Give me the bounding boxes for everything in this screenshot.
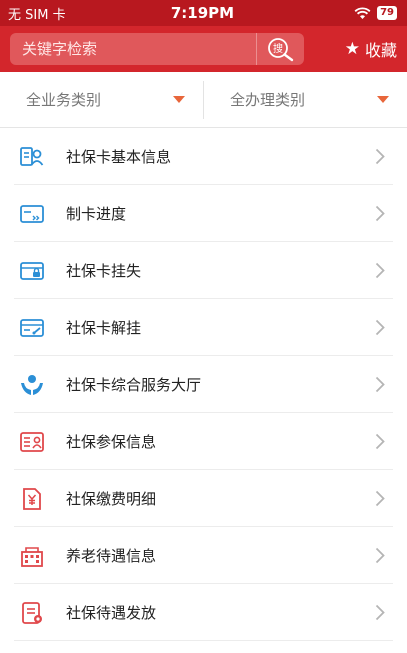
list-item-payment-detail[interactable]: 社保缴费明细 bbox=[0, 470, 407, 527]
search-icon: 搜 bbox=[267, 38, 293, 62]
payment-detail-icon bbox=[23, 487, 41, 510]
list-item-pension-info[interactable]: 养老待遇信息 bbox=[0, 527, 407, 584]
chevron-right-icon bbox=[375, 262, 385, 279]
list-item-label: 社保缴费明细 bbox=[66, 490, 157, 508]
carrier-text: 无 SIM 卡 bbox=[8, 7, 66, 23]
chevron-right-icon bbox=[375, 433, 385, 450]
wifi-icon bbox=[354, 6, 371, 19]
list-item-card-report-loss[interactable]: 社保卡挂失 bbox=[0, 242, 407, 299]
search-button[interactable]: 搜 bbox=[256, 33, 304, 65]
dropdown-arrow-icon bbox=[173, 96, 185, 103]
list-item-label: 制卡进度 bbox=[66, 205, 127, 223]
list-item-label: 社保卡解挂 bbox=[66, 319, 142, 337]
list-item-insurance-info[interactable]: 社保参保信息 bbox=[0, 413, 407, 470]
chevron-right-icon bbox=[375, 490, 385, 507]
list-item-label: 社保卡综合服务大厅 bbox=[66, 376, 202, 394]
app-header: 搜 ★ 收藏 bbox=[0, 26, 407, 72]
favorite-button[interactable]: ★ 收藏 bbox=[345, 37, 397, 61]
pension-building-icon bbox=[21, 546, 43, 567]
list-item-benefit-payout[interactable]: 社保待遇发放 bbox=[0, 584, 407, 641]
list-item-label: 社保卡挂失 bbox=[66, 262, 142, 280]
insurance-card-icon bbox=[20, 431, 44, 452]
favorite-label: 收藏 bbox=[364, 41, 397, 60]
list-item-card-progress[interactable]: 制卡进度 bbox=[0, 185, 407, 242]
chevron-right-icon bbox=[375, 376, 385, 393]
list-item-card-unlock[interactable]: 社保卡解挂 bbox=[0, 299, 407, 356]
chevron-right-icon bbox=[375, 547, 385, 564]
star-icon: ★ bbox=[344, 39, 360, 59]
clock-text: 7:19PM bbox=[170, 4, 235, 22]
filter-bar: 全业务类别 全办理类别 bbox=[0, 72, 407, 128]
search-box: 搜 bbox=[10, 33, 304, 65]
list-item-label: 养老待遇信息 bbox=[66, 547, 157, 565]
list-item-service-hall[interactable]: 社保卡综合服务大厅 bbox=[0, 356, 407, 413]
battery-indicator: 79 bbox=[377, 6, 397, 20]
card-unlock-icon bbox=[20, 318, 44, 337]
service-list: 社保卡基本信息 制卡进度 社保卡挂失 社保卡解挂 社保卡综合服务大厅 社保参保信… bbox=[0, 128, 407, 641]
list-item-card-basic-info[interactable]: 社保卡基本信息 bbox=[0, 128, 407, 185]
chevron-right-icon bbox=[375, 604, 385, 621]
search-input[interactable] bbox=[22, 40, 252, 58]
benefit-document-icon bbox=[22, 601, 42, 624]
filter-business-category-label: 全业务类别 bbox=[26, 91, 102, 109]
chevron-right-icon bbox=[375, 319, 385, 336]
search-button-label: 搜 bbox=[273, 42, 283, 55]
chevron-right-icon bbox=[375, 148, 385, 165]
status-bar: 无 SIM 卡 7:19PM 79 bbox=[0, 0, 407, 26]
filter-handling-category-label: 全办理类别 bbox=[230, 91, 306, 109]
filter-business-category[interactable]: 全业务类别 bbox=[0, 72, 203, 128]
dropdown-arrow-icon bbox=[377, 96, 389, 103]
list-item-label: 社保卡基本信息 bbox=[66, 148, 172, 166]
list-item-label: 社保待遇发放 bbox=[66, 604, 157, 622]
card-progress-icon bbox=[20, 204, 44, 223]
hands-service-icon bbox=[21, 374, 43, 395]
filter-handling-category[interactable]: 全办理类别 bbox=[204, 72, 407, 128]
id-card-person-icon bbox=[20, 146, 44, 166]
chevron-right-icon bbox=[375, 205, 385, 222]
list-item-label: 社保参保信息 bbox=[66, 433, 157, 451]
card-lock-icon bbox=[20, 261, 44, 280]
